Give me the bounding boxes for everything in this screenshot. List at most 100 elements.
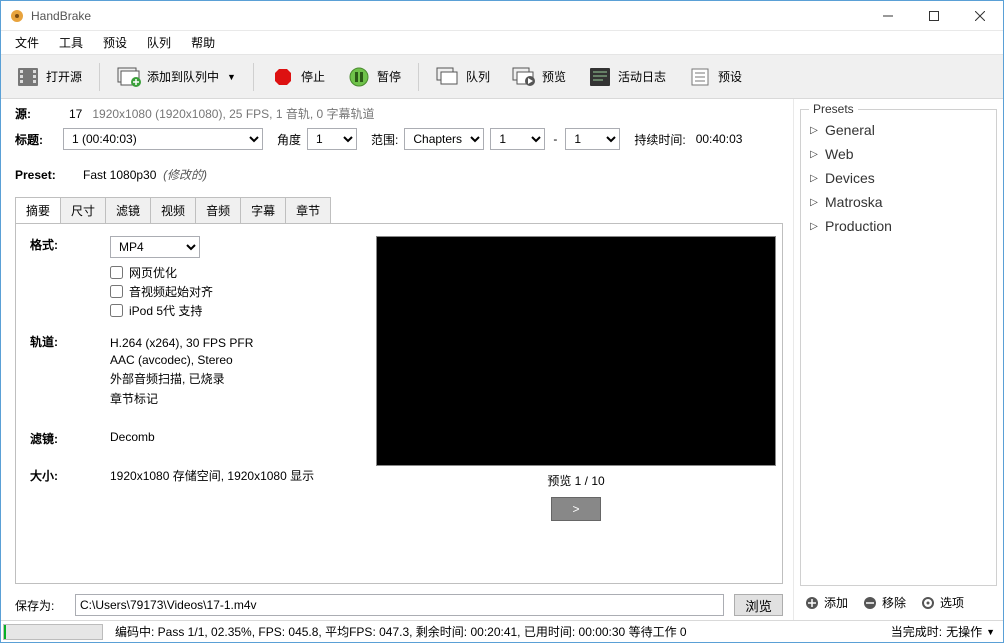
main-column: 源: 17 1920x1080 (1920x1080), 25 FPS, 1 音… [1, 99, 793, 620]
preview-label: 预览 [542, 68, 566, 85]
progress-bar [3, 624, 103, 640]
toolbar-separator [99, 63, 100, 91]
when-done-dropdown[interactable]: 当完成时: 无操作 ▼ [883, 623, 1003, 640]
preview-image [376, 236, 776, 466]
chevron-down-icon: ▼ [227, 72, 236, 82]
tab-dimensions[interactable]: 尺寸 [60, 197, 106, 223]
tab-filters[interactable]: 滤镜 [105, 197, 151, 223]
stop-icon [271, 65, 295, 89]
content-area: 源: 17 1920x1080 (1920x1080), 25 FPS, 1 音… [1, 99, 1003, 620]
range-from-select[interactable]: 1 [490, 128, 545, 150]
source-id: 17 [69, 107, 82, 121]
statusbar: 编码中: Pass 1/1, 02.35%, FPS: 045.8, 平均FPS… [1, 620, 1003, 642]
progress-fill [4, 625, 6, 639]
preset-label: Preset: [15, 168, 63, 182]
menu-tools[interactable]: 工具 [49, 31, 93, 54]
remove-preset-button[interactable]: 移除 [858, 592, 910, 613]
angle-label: 角度 [277, 131, 301, 148]
web-optimized-label: 网页优化 [129, 264, 177, 281]
size-label: 大小: [30, 467, 110, 484]
ipod-label: iPod 5代 支持 [129, 302, 202, 319]
status-text: 编码中: Pass 1/1, 02.35%, FPS: 045.8, 平均FPS… [111, 623, 883, 640]
range-type-select[interactable]: Chapters [404, 128, 484, 150]
preset-group-production[interactable]: ▷Production [807, 214, 990, 238]
preview-next-button[interactable]: > [551, 497, 601, 521]
preset-group-matroska[interactable]: ▷Matroska [807, 190, 990, 214]
format-select[interactable]: MP4 [110, 236, 200, 258]
minus-circle-icon [862, 595, 878, 611]
queue-label: 队列 [466, 68, 490, 85]
pause-button[interactable]: 暂停 [338, 60, 410, 94]
add-to-queue-button[interactable]: 添加到队列中 ▼ [108, 60, 245, 94]
app-window: HandBrake 文件 工具 预设 队列 帮助 打开源 添加到队列中 ▼ 停止 [0, 0, 1004, 643]
tab-audio[interactable]: 音频 [195, 197, 241, 223]
tab-chapters[interactable]: 章节 [285, 197, 331, 223]
tracks-label: 轨道: [30, 333, 110, 350]
source-row: 源: 17 1920x1080 (1920x1080), 25 FPS, 1 音… [15, 105, 783, 122]
preview-button[interactable]: 预览 [503, 60, 575, 94]
stop-label: 停止 [301, 68, 325, 85]
plus-circle-icon [804, 595, 820, 611]
queue-icon [436, 65, 460, 89]
add-preset-button[interactable]: 添加 [800, 592, 852, 613]
range-dash: - [553, 132, 557, 146]
app-icon [9, 8, 25, 24]
duration-value: 00:40:03 [696, 132, 743, 146]
menu-help[interactable]: 帮助 [181, 31, 225, 54]
range-label: 范围: [371, 131, 398, 148]
preset-group-general[interactable]: ▷General [807, 118, 990, 142]
angle-select[interactable]: 1 [307, 128, 357, 150]
when-done-value: 无操作 [946, 623, 982, 640]
pause-label: 暂停 [377, 68, 401, 85]
browse-button[interactable]: 浏览 [734, 594, 783, 616]
film-icon [16, 65, 40, 89]
preset-group-web[interactable]: ▷Web [807, 142, 990, 166]
track-line: 章节标记 [110, 390, 253, 407]
av-start-checkbox[interactable] [110, 285, 123, 298]
open-source-button[interactable]: 打开源 [7, 60, 91, 94]
preset-actions: 添加 移除 选项 [800, 592, 997, 613]
minimize-button[interactable] [865, 1, 911, 30]
menu-presets[interactable]: 预设 [93, 31, 137, 54]
tab-video[interactable]: 视频 [150, 197, 196, 223]
activity-log-button[interactable]: 活动日志 [579, 60, 675, 94]
add-to-queue-label: 添加到队列中 [147, 68, 219, 85]
presets-toolbar-button[interactable]: 预设 [679, 60, 751, 94]
source-label: 源: [15, 105, 63, 122]
web-optimized-checkbox[interactable] [110, 266, 123, 279]
chevron-right-icon: ▷ [809, 221, 819, 232]
chevron-right-icon: ▷ [809, 197, 819, 208]
tab-body: 格式: MP4 网页优化 音视频起始对齐 iPod 5代 支持 轨道: H.26… [15, 223, 783, 584]
track-line: 外部音频扫描, 已烧录 [110, 370, 253, 387]
when-done-label: 当完成时: [891, 623, 942, 640]
preview-column: 预览 1 / 10 > [376, 236, 776, 571]
toolbar: 打开源 添加到队列中 ▼ 停止 暂停 队列 预览 活动日志 [1, 55, 1003, 99]
menubar: 文件 工具 预设 队列 帮助 [1, 31, 1003, 55]
presets-fieldset: Presets ▷General ▷Web ▷Devices ▷Matroska… [800, 109, 997, 586]
close-button[interactable] [957, 1, 1003, 30]
preview-counter: 预览 1 / 10 [547, 472, 604, 489]
menu-file[interactable]: 文件 [5, 31, 49, 54]
tab-subtitles[interactable]: 字幕 [240, 197, 286, 223]
presets-icon [688, 65, 712, 89]
preset-row: Preset: Fast 1080p30 (修改的) [15, 166, 783, 183]
preset-options-button[interactable]: 选项 [916, 592, 968, 613]
ipod-checkbox[interactable] [110, 304, 123, 317]
track-line: H.264 (x264), 30 FPS PFR [110, 336, 253, 350]
save-path-input[interactable] [75, 594, 724, 616]
pause-icon [347, 65, 371, 89]
maximize-button[interactable] [911, 1, 957, 30]
queue-button[interactable]: 队列 [427, 60, 499, 94]
preset-value: Fast 1080p30 (修改的) [83, 166, 207, 183]
tab-summary[interactable]: 摘要 [15, 197, 61, 223]
format-label: 格式: [30, 236, 110, 253]
preset-group-devices[interactable]: ▷Devices [807, 166, 990, 190]
gear-icon [920, 595, 936, 611]
stop-button[interactable]: 停止 [262, 60, 334, 94]
menu-queue[interactable]: 队列 [137, 31, 181, 54]
open-source-label: 打开源 [46, 68, 82, 85]
presets-panel: Presets ▷General ▷Web ▷Devices ▷Matroska… [793, 99, 1003, 620]
range-to-select[interactable]: 1 [565, 128, 620, 150]
title-select[interactable]: 1 (00:40:03) [63, 128, 263, 150]
filters-value: Decomb [110, 430, 155, 444]
